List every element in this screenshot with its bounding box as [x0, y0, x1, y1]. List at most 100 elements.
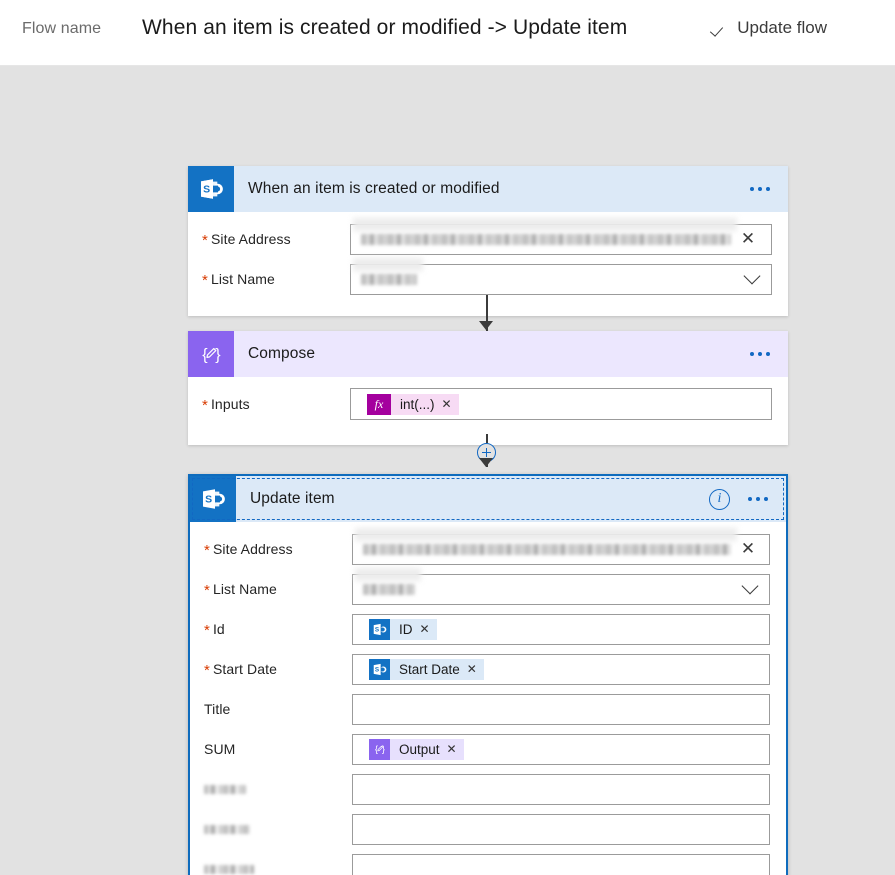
svg-text:}: } — [381, 744, 384, 754]
card-header-compose[interactable]: { } Compose — [188, 331, 788, 377]
card-header-trigger[interactable]: S When an item is created or modified — [188, 166, 788, 212]
field-label-site-address: * Site Address — [202, 231, 291, 249]
connector-arrow-icon — [479, 321, 493, 330]
dynamic-content-token[interactable]: S Start Date ✕ — [369, 658, 484, 680]
redacted-label-text — [204, 784, 246, 794]
field-label-redacted — [204, 784, 352, 794]
action-card-compose[interactable]: { } Compose * Inputs fx int(...) ✕ — [188, 331, 788, 445]
list-name-dropdown[interactable] — [352, 573, 770, 605]
dynamic-content-token[interactable]: S ID ✕ — [369, 618, 437, 640]
field-label-title: Title — [204, 701, 231, 717]
site-address-input[interactable]: ✕ — [352, 533, 770, 565]
field-label-site-address: * Site Address — [204, 541, 293, 559]
field-label-redacted — [204, 864, 352, 874]
field-row-redacted — [204, 852, 770, 875]
sharepoint-icon: S — [369, 618, 390, 640]
dynamic-content-token[interactable]: { } Output ✕ — [369, 738, 464, 760]
action-card-update-item[interactable]: S Update item i * Site Address ✕ * List … — [188, 474, 788, 875]
flow-canvas: S When an item is created or modified * … — [0, 66, 895, 875]
redacted-field-input[interactable] — [352, 773, 770, 805]
sharepoint-icon: S — [188, 166, 234, 212]
chevron-down-icon[interactable] — [737, 583, 763, 595]
connector-arrow-icon — [479, 458, 493, 467]
field-row-list-name: * List Name — [204, 572, 770, 606]
required-indicator: * — [204, 581, 210, 599]
field-label-id: * Id — [204, 621, 225, 639]
more-options-icon[interactable] — [748, 348, 772, 360]
field-label-inputs: * Inputs — [202, 396, 250, 414]
svg-text:S: S — [375, 626, 379, 633]
update-flow-button[interactable]: Update flow — [712, 18, 827, 38]
required-indicator: * — [202, 231, 208, 249]
card-title-update-item: Update item — [250, 490, 335, 507]
sharepoint-icon: S — [369, 658, 390, 680]
field-row-inputs: * Inputs fx int(...) ✕ — [202, 387, 772, 421]
more-options-icon[interactable] — [746, 493, 770, 505]
required-indicator: * — [202, 271, 208, 289]
token-label: Output — [399, 741, 440, 757]
field-label-sum: SUM — [204, 741, 236, 757]
clear-icon[interactable]: ✕ — [735, 229, 761, 249]
card-body-trigger: * Site Address ✕ * List Name — [188, 212, 788, 316]
card-body-compose: * Inputs fx int(...) ✕ — [188, 377, 788, 445]
compose-icon: { } — [188, 331, 234, 377]
svg-text:S: S — [203, 184, 210, 196]
svg-text:}: } — [215, 346, 221, 363]
svg-text:S: S — [205, 494, 212, 506]
card-header-actions-compose — [748, 348, 788, 360]
info-icon[interactable]: i — [709, 488, 730, 510]
card-header-update-item[interactable]: S Update item i — [190, 476, 786, 522]
more-options-icon[interactable] — [748, 183, 772, 195]
compose-icon: { } — [369, 738, 390, 760]
field-row-sum: SUM { } Output ✕ — [204, 732, 770, 766]
token-label: Start Date — [399, 661, 460, 677]
flow-title: When an item is created or modified -> U… — [142, 16, 628, 39]
card-title-trigger: When an item is created or modified — [248, 180, 500, 197]
card-title-compose: Compose — [248, 345, 316, 362]
field-label-start-date: * Start Date — [204, 661, 277, 679]
start-date-field[interactable]: S Start Date ✕ — [352, 653, 770, 685]
remove-token-icon[interactable]: ✕ — [447, 743, 457, 755]
chevron-down-icon[interactable] — [739, 273, 765, 285]
check-icon — [712, 20, 728, 36]
expression-token[interactable]: fx int(...) ✕ — [367, 393, 459, 415]
inputs-field[interactable]: fx int(...) ✕ — [350, 388, 772, 420]
svg-text:{: { — [374, 744, 377, 754]
redacted-field-input[interactable] — [352, 813, 770, 845]
title-input[interactable] — [352, 693, 770, 725]
redacted-label-text — [204, 824, 250, 834]
field-row-site-address: * Site Address ✕ — [204, 532, 770, 566]
token-label: int(...) — [400, 396, 435, 412]
list-name-dropdown[interactable] — [350, 263, 772, 295]
redacted-value — [363, 583, 415, 595]
action-card-trigger[interactable]: S When an item is created or modified * … — [188, 166, 788, 316]
field-label-redacted — [204, 824, 352, 834]
clear-icon[interactable]: ✕ — [735, 539, 761, 559]
token-pill: Output ✕ — [390, 738, 464, 760]
id-field[interactable]: S ID ✕ — [352, 613, 770, 645]
field-row-redacted — [204, 772, 770, 806]
sum-field[interactable]: { } Output ✕ — [352, 733, 770, 765]
remove-token-icon[interactable]: ✕ — [467, 663, 477, 675]
card-header-actions-trigger — [748, 183, 788, 195]
redacted-value — [361, 233, 731, 245]
field-label-list-name: * List Name — [202, 271, 275, 289]
remove-token-icon[interactable]: ✕ — [420, 623, 430, 635]
card-header-actions-update-item: i — [709, 488, 786, 510]
token-pill: Start Date ✕ — [390, 658, 484, 680]
app-header: Flow name When an item is created or mod… — [0, 0, 895, 66]
field-row-title: Title — [204, 692, 770, 726]
site-address-input[interactable]: ✕ — [350, 223, 772, 255]
token-label: ID — [399, 621, 413, 637]
remove-token-icon[interactable]: ✕ — [442, 398, 452, 410]
redacted-value — [363, 543, 731, 555]
field-label-list-name: * List Name — [204, 581, 277, 599]
redacted-field-input[interactable] — [352, 853, 770, 875]
field-row-list-name: * List Name — [202, 262, 772, 296]
field-row-id: * Id S ID ✕ — [204, 612, 770, 646]
update-flow-label: Update flow — [737, 18, 827, 37]
required-indicator: * — [204, 661, 210, 679]
redacted-value — [361, 273, 417, 285]
card-body-update-item: * Site Address ✕ * List Name * Id S ID ✕… — [190, 522, 786, 875]
field-row-start-date: * Start Date S Start Date ✕ — [204, 652, 770, 686]
